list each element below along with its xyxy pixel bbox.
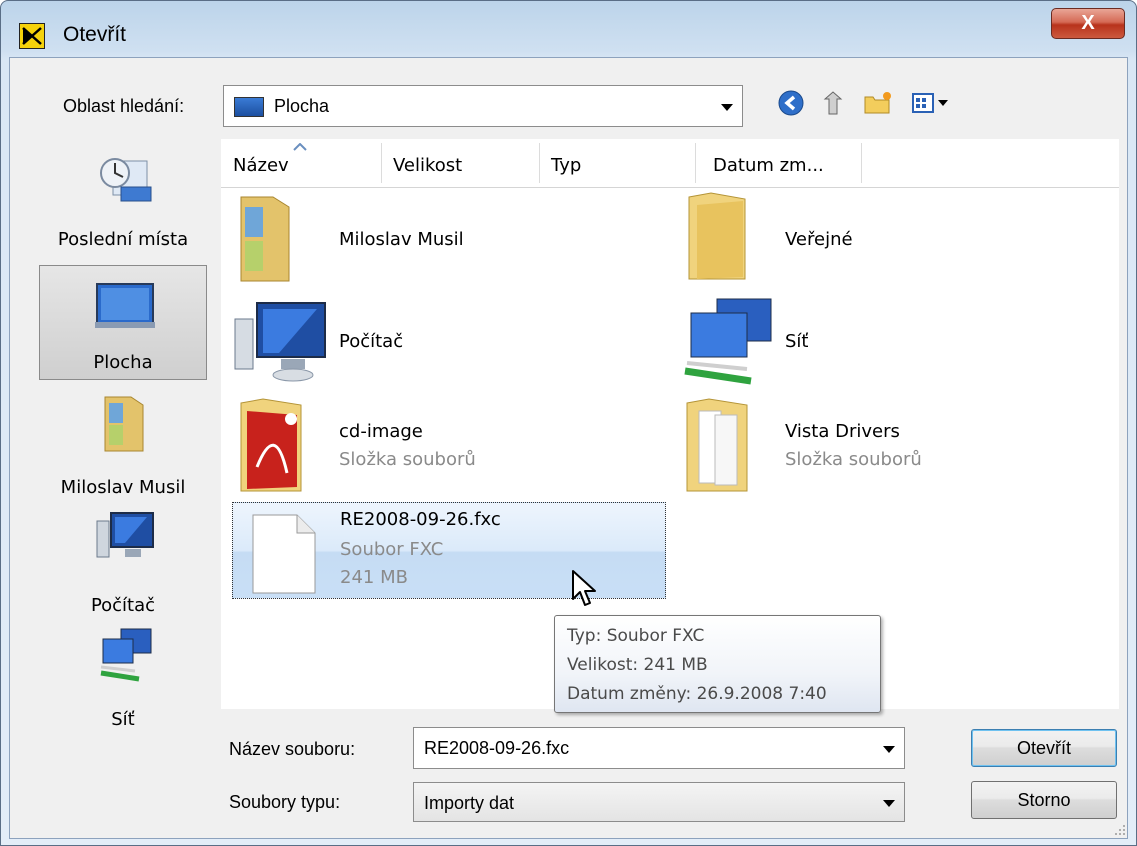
column-header: Název Velikost Typ Datum zm... — [221, 139, 1119, 188]
folder-icon — [686, 398, 748, 492]
title-bar[interactable]: Otevřít X — [1, 1, 1136, 57]
place-computer[interactable]: Počítač — [39, 507, 207, 622]
sort-ascending-icon — [293, 143, 307, 151]
column-date[interactable]: Datum zm... — [713, 155, 824, 176]
item-name: Počítač — [339, 331, 404, 352]
user-folder-icon — [240, 196, 290, 282]
column-divider[interactable] — [539, 143, 540, 183]
open-file-dialog: Otevřít X Oblast hledání: Plocha Posledn… — [0, 0, 1137, 846]
network-icon — [684, 298, 772, 385]
place-user[interactable]: Miloslav Musil — [39, 389, 207, 504]
pdf-folder-icon — [240, 398, 302, 492]
column-divider[interactable] — [695, 143, 696, 183]
item-type: Složka souborů — [339, 449, 476, 470]
new-folder-icon[interactable] — [863, 89, 893, 121]
list-item-selected[interactable]: RE2008-09-26.fxc Soubor FXC 241 MB — [232, 502, 666, 599]
file-name-label: Název souboru: — [229, 739, 356, 759]
look-in-label: Oblast hledání: — [63, 96, 185, 116]
desktop-icon — [95, 283, 155, 328]
item-name: Veřejné — [785, 229, 853, 250]
place-label: Miloslav Musil — [60, 477, 186, 498]
file-name-combo[interactable]: RE2008-09-26.fxc — [413, 727, 905, 769]
column-divider[interactable] — [381, 143, 382, 183]
user-folder-icon — [104, 396, 144, 452]
tooltip: Typ: Soubor FXC Velikost: 241 MB Datum z… — [554, 615, 881, 713]
file-type-label: Soubory typu: — [229, 792, 341, 812]
place-network[interactable]: Síť — [39, 621, 207, 736]
back-icon[interactable] — [777, 89, 805, 121]
computer-icon — [96, 512, 154, 558]
open-button[interactable]: Otevřít — [971, 729, 1117, 767]
computer-icon — [234, 302, 326, 382]
column-type[interactable]: Typ — [551, 155, 581, 176]
app-icon — [19, 23, 45, 49]
list-item[interactable]: Veřejné — [681, 191, 1101, 287]
list-item[interactable]: Vista Drivers Složka souborů — [681, 395, 1101, 495]
item-type: Složka souborů — [785, 449, 922, 470]
tooltip-size: Velikost: 241 MB — [567, 655, 708, 675]
column-divider[interactable] — [861, 143, 862, 183]
list-item[interactable]: Počítač — [221, 293, 661, 389]
item-name: Síť — [785, 331, 809, 352]
item-name: cd-image — [339, 421, 423, 442]
tooltip-type: Typ: Soubor FXC — [567, 626, 705, 646]
file-type-select[interactable]: Importy dat — [413, 782, 905, 822]
column-size[interactable]: Velikost — [393, 155, 462, 176]
network-icon — [100, 628, 152, 682]
up-folder-icon[interactable] — [819, 89, 847, 121]
desktop-icon — [234, 97, 264, 117]
place-desktop[interactable]: Plocha — [39, 265, 207, 380]
look-in-combo[interactable]: Plocha — [223, 85, 743, 127]
column-name[interactable]: Název — [233, 155, 289, 176]
chevron-down-icon[interactable] — [883, 746, 895, 753]
item-name: Vista Drivers — [785, 421, 900, 442]
recent-places-icon — [100, 158, 152, 202]
place-label: Poslední místa — [57, 229, 189, 250]
chevron-down-icon — [721, 104, 733, 111]
look-in-value: Plocha — [274, 96, 330, 116]
close-button[interactable]: X — [1051, 8, 1125, 39]
views-menu-icon[interactable] — [911, 89, 963, 121]
places-bar: Poslední místa Plocha Miloslav Musil Poč… — [31, 141, 211, 730]
resize-grip-icon[interactable] — [1113, 823, 1127, 837]
window-title: Otevřít — [63, 23, 127, 46]
list-item[interactable]: cd-image Složka souborů — [221, 395, 661, 495]
list-item[interactable]: Síť — [681, 293, 1101, 389]
file-name-input[interactable]: RE2008-09-26.fxc — [424, 738, 569, 759]
file-type-value: Importy dat — [424, 793, 515, 813]
place-recent[interactable]: Poslední místa — [39, 141, 207, 256]
place-label: Počítač — [90, 595, 156, 616]
place-label: Síť — [111, 709, 135, 730]
file-icon — [252, 514, 316, 594]
item-type: Soubor FXC — [340, 539, 444, 560]
list-item[interactable]: Miloslav Musil — [221, 191, 661, 287]
item-name: Miloslav Musil — [339, 229, 464, 250]
folder-icon — [688, 192, 746, 280]
item-size: 241 MB — [340, 567, 408, 588]
cancel-button[interactable]: Storno — [971, 781, 1117, 819]
cursor-icon — [572, 570, 596, 606]
chevron-down-icon — [883, 800, 895, 807]
place-label: Plocha — [93, 352, 153, 373]
item-name: RE2008-09-26.fxc — [340, 509, 501, 530]
tooltip-date: Datum změny: 26.9.2008 7:40 — [567, 684, 827, 704]
